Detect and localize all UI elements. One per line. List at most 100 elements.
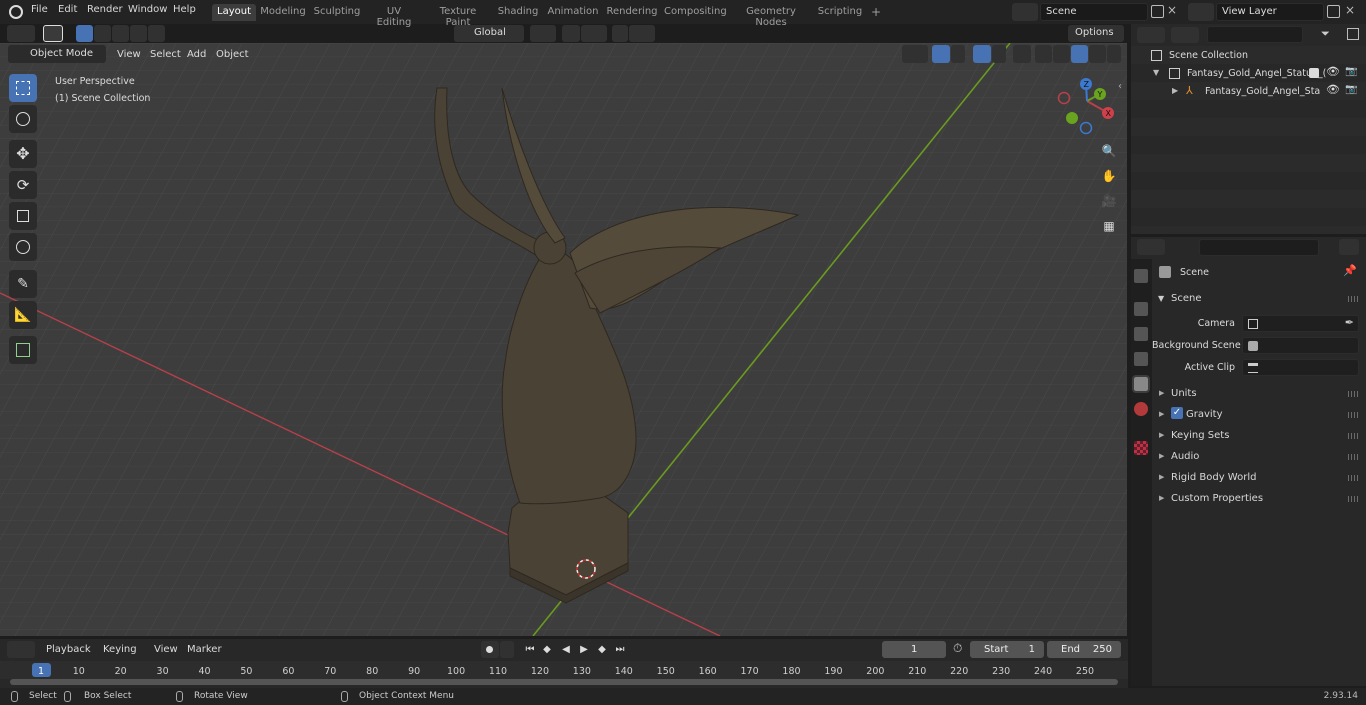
render-camera-icon[interactable]: 📷: [1345, 66, 1357, 77]
snap-dropdown[interactable]: [581, 25, 607, 42]
scene-name-field[interactable]: Scene: [1040, 3, 1148, 21]
editor-type-icon[interactable]: [7, 25, 35, 42]
view-layer-type-icon[interactable]: [1188, 3, 1214, 21]
transform-tool[interactable]: [9, 233, 37, 261]
mode-intersect-icon[interactable]: [148, 25, 165, 42]
navigation-gizmo[interactable]: X Y Z: [1052, 76, 1122, 146]
mode-subtract-icon[interactable]: [112, 25, 129, 42]
stopwatch-icon[interactable]: ⏱: [953, 641, 962, 656]
exclude-checkbox[interactable]: [1309, 68, 1319, 78]
copy-view-layer-icon[interactable]: [1327, 5, 1340, 18]
playback-dropdown[interactable]: Playback: [41, 641, 95, 658]
units-panel-header[interactable]: ▶ Units: [1154, 385, 1362, 405]
object-eye-icon[interactable]: 👁: [1326, 83, 1340, 96]
auto-keying-toggle[interactable]: [481, 641, 499, 658]
gravity-panel-header[interactable]: ▶ ✓ Gravity: [1154, 406, 1362, 426]
pin-icon[interactable]: 📌: [1343, 264, 1357, 277]
measure-tool[interactable]: 📐: [9, 301, 37, 329]
outliner-display-mode-icon[interactable]: [1171, 27, 1199, 43]
falloff-dropdown[interactable]: [629, 25, 655, 42]
mode-invert-icon[interactable]: [130, 25, 147, 42]
properties-options-dropdown[interactable]: [1339, 239, 1359, 255]
menu-edit[interactable]: Edit: [58, 4, 77, 15]
timeline-menu-view[interactable]: View: [154, 644, 178, 655]
overlay-toggle[interactable]: [973, 45, 991, 63]
menu-select[interactable]: Select: [150, 49, 181, 60]
jump-start-icon[interactable]: ⏮: [522, 642, 538, 658]
camera-view-icon[interactable]: 🎥: [1098, 190, 1120, 212]
play-reverse-icon[interactable]: ◀: [558, 642, 574, 658]
zoom-icon[interactable]: 🔍: [1098, 140, 1120, 162]
orientation-dropdown[interactable]: Global: [454, 25, 524, 42]
tab-uv-editing[interactable]: UV Editing: [368, 4, 420, 28]
current-frame-field[interactable]: 1: [882, 641, 946, 658]
scene-panel-header[interactable]: ▼ Scene: [1154, 290, 1362, 310]
camera-field[interactable]: ✒: [1242, 315, 1359, 332]
blender-logo-icon[interactable]: [9, 5, 23, 19]
cursor-tool[interactable]: [9, 105, 37, 133]
sidebar-toggle-icon[interactable]: ‹: [1118, 81, 1122, 92]
drag-handle-icon[interactable]: [1348, 296, 1360, 302]
play-icon[interactable]: ▶: [576, 642, 592, 658]
menu-render[interactable]: Render: [87, 4, 123, 15]
visibility-dropdown[interactable]: [902, 45, 928, 63]
outliner-item-object[interactable]: Fantasy_Gold_Angel_Sta: [1205, 86, 1320, 97]
annotate-tool[interactable]: ✎: [9, 270, 37, 298]
ortho-grid-icon[interactable]: ▦: [1098, 215, 1120, 237]
add-workspace-button[interactable]: +: [868, 3, 884, 20]
keying-dropdown[interactable]: Keying: [98, 641, 146, 658]
shading-rendered-button[interactable]: [1089, 45, 1106, 63]
object-render-icon[interactable]: 📷: [1345, 84, 1357, 95]
menu-file[interactable]: File: [31, 4, 48, 15]
expand-collection-icon[interactable]: ▼: [1153, 68, 1159, 77]
view-layer-tab-icon[interactable]: [1134, 352, 1148, 366]
scale-tool[interactable]: [9, 202, 37, 230]
add-cube-tool[interactable]: [9, 336, 37, 364]
menu-help[interactable]: Help: [173, 4, 196, 15]
scene-tab-icon[interactable]: [1132, 375, 1150, 393]
rigid-body-world-panel-header[interactable]: ▶ Rigid Body World: [1154, 469, 1362, 489]
proportional-edit-toggle[interactable]: [612, 25, 628, 42]
filter-icon[interactable]: ⏷: [1321, 27, 1330, 41]
start-frame-field[interactable]: Start 1: [970, 641, 1044, 658]
close-scene-icon[interactable]: ×: [1167, 3, 1181, 19]
background-scene-field[interactable]: [1242, 337, 1359, 354]
view-layer-field[interactable]: View Layer: [1216, 3, 1324, 21]
mode-extend-icon[interactable]: [94, 25, 111, 42]
menu-object[interactable]: Object: [216, 49, 249, 60]
tab-geometry-nodes[interactable]: Geometry Nodes: [732, 4, 810, 28]
tab-modeling[interactable]: Modeling: [260, 4, 306, 21]
outliner-editor-type-icon[interactable]: [1137, 27, 1165, 43]
keying-sets-panel-header[interactable]: ▶ Keying Sets: [1154, 427, 1362, 447]
rotate-tool[interactable]: ⟳: [9, 171, 37, 199]
expand-object-icon[interactable]: ▶: [1172, 86, 1178, 95]
outliner-root-label[interactable]: Scene Collection: [1169, 50, 1248, 61]
world-tab-icon[interactable]: [1134, 402, 1148, 416]
audio-panel-header[interactable]: ▶ Audio: [1154, 448, 1362, 468]
rigid-body-drag-handle-icon[interactable]: [1348, 475, 1360, 481]
gizmo-toggle[interactable]: [932, 45, 950, 63]
gravity-drag-handle-icon[interactable]: [1348, 412, 1360, 418]
properties-editor-type-icon[interactable]: [1137, 239, 1165, 255]
eye-icon[interactable]: 👁: [1326, 65, 1340, 78]
menu-window[interactable]: Window: [128, 4, 167, 15]
tab-layout[interactable]: Layout: [212, 4, 256, 21]
tool-tab-icon[interactable]: [1134, 269, 1148, 283]
menu-view[interactable]: View: [117, 49, 141, 60]
end-frame-field[interactable]: End 250: [1047, 641, 1121, 658]
select-box-tool[interactable]: [9, 74, 37, 102]
gravity-checkbox[interactable]: ✓: [1171, 407, 1183, 419]
overlay-dropdown[interactable]: [992, 45, 1006, 63]
tab-texture-paint[interactable]: Texture Paint: [426, 4, 490, 28]
shading-material-button[interactable]: [1071, 45, 1088, 63]
texture-tab-icon[interactable]: [1134, 441, 1148, 455]
tab-animation[interactable]: Animation: [546, 4, 600, 21]
move-tool[interactable]: ✥: [9, 140, 37, 168]
mode-new-icon[interactable]: [76, 25, 93, 42]
copy-scene-icon[interactable]: [1151, 5, 1164, 18]
custom-props-drag-handle-icon[interactable]: [1348, 496, 1360, 502]
keying-sets-drag-handle-icon[interactable]: [1348, 433, 1360, 439]
prev-keyframe-icon[interactable]: ◆: [539, 642, 555, 658]
shading-solid-button[interactable]: [1053, 45, 1070, 63]
tool-settings-icon[interactable]: [43, 25, 63, 42]
